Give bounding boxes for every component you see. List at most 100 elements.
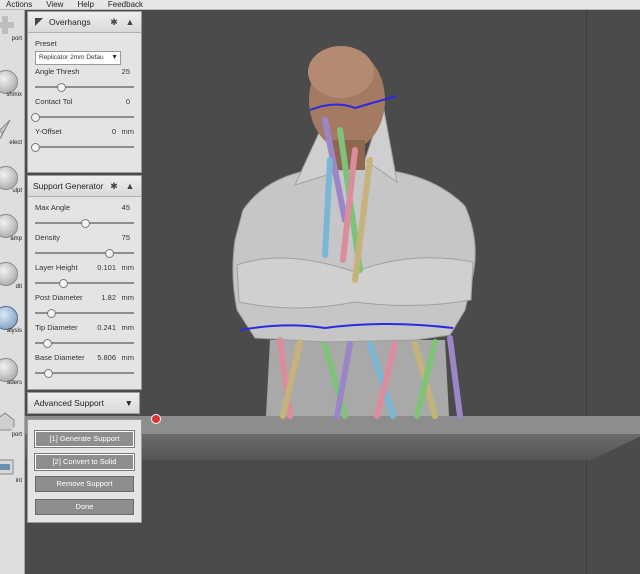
slider-knob[interactable] [56,83,66,92]
actions-panel: [1] Generate Support [2] Convert to Soli… [27,419,142,523]
param-unit: mm [121,323,135,332]
tool-analysis[interactable]: alysis [0,304,24,340]
tool-label: ulpt [12,188,22,194]
slider-track[interactable] [35,339,134,348]
tool-label: port [11,36,22,42]
tool-select[interactable]: elect [0,116,24,152]
tool-label: elect [9,140,22,146]
tool-label: alysis [6,328,22,334]
print-icon [0,459,14,475]
tool-label: amp [10,236,22,242]
generate-support-button[interactable]: [1] Generate Support [34,430,135,448]
param-value: 75 [121,233,130,242]
param-post-diameter: Post Diameter 1.82 mm [35,291,134,321]
tool-edit[interactable]: dit [0,260,24,296]
tool-sculpt[interactable]: ulpt [0,164,24,200]
menu-view[interactable]: View [46,0,63,9]
slider-track[interactable] [31,113,134,122]
tool-label: shmix [6,92,22,98]
slider-track[interactable] [35,309,134,318]
param-tip-diameter: Tip Diameter 0.241 mm [35,321,134,351]
panel-title: Overhangs [49,17,91,27]
collapse-icon[interactable]: ▲ [124,180,136,192]
param-label: Y-Offset [35,127,62,136]
tool-export[interactable]: port [0,408,24,444]
meshmix-icon [0,70,18,94]
param-label: Base Diameter [35,353,85,362]
param-value: 0.241 [97,323,116,332]
overhang-icon [35,18,43,26]
param-unit: mm [121,127,135,136]
origin-marker [151,414,161,424]
support-generator-panel: Support Generator ✱ ▲ Max Angle 45 Densi… [27,175,142,390]
tool-print[interactable]: int [0,454,24,490]
param-value: 0 [125,97,130,106]
param-layer-height: Layer Height 0.101 mm [35,261,134,291]
param-value: 0 [111,127,116,136]
slider-knob[interactable] [80,219,90,228]
slider-track[interactable] [35,279,134,288]
collapse-icon[interactable]: ▲ [124,16,136,28]
tool-label: dit [15,284,22,290]
slider-track[interactable] [35,249,134,258]
tool-label: int [15,478,22,484]
menu-help[interactable]: Help [77,0,93,9]
param-label: Density [35,233,61,242]
menu-actions[interactable]: Actions [6,0,32,9]
overhangs-panel: Overhangs ✱ ▲ Preset Replicator 2mm Defa… [27,11,142,173]
param-density: Density 75 [35,231,134,261]
param-label: Max Angle [35,203,71,212]
param-unit: mm [121,353,135,362]
support-generator-header[interactable]: Support Generator ✱ ▲ [28,176,141,197]
slider-knob[interactable] [31,113,40,122]
preset-select[interactable]: Replicator 2mm Defau ▼ [35,51,121,65]
menu-feedback[interactable]: Feedback [108,0,143,9]
param-contact-tol: Contact Tol 0 [31,95,134,125]
select-icon [0,119,11,140]
slider-knob[interactable] [31,143,40,152]
tool-import[interactable]: port [0,12,24,48]
param-label: Angle Thresh [35,67,80,76]
param-unit: mm [121,293,135,302]
gear-icon[interactable]: ✱ [108,16,120,28]
slider-knob[interactable] [46,309,56,318]
dropdown-arrow-icon: ▼ [111,54,118,61]
remove-support-button[interactable]: Remove Support [35,476,134,492]
param-base-diameter: Base Diameter 5.806 mm [35,351,134,381]
plus-icon [0,16,14,34]
param-label: Contact Tol [35,97,73,106]
tool-meshmix[interactable]: shmix [0,68,24,104]
slider-knob[interactable] [105,249,115,258]
preset-value: Replicator 2mm Defau [39,54,104,61]
shaders-icon [0,358,18,382]
slider-track[interactable] [35,369,134,378]
convert-to-solid-button[interactable]: [2] Convert to Solid [34,453,135,471]
slider-track[interactable] [35,83,134,92]
slider-knob[interactable] [58,279,68,288]
param-label: Tip Diameter [35,323,78,332]
param-value: 0.101 [97,263,116,272]
tool-stamp[interactable]: amp [0,212,24,248]
param-unit: mm [121,263,135,272]
param-y-offset: Y-Offset 0 mm [31,125,135,155]
export-icon [0,412,15,431]
menu-bar: Actions View Help Feedback [0,0,640,10]
expand-icon: ▼ [124,398,133,408]
slider-knob[interactable] [42,339,52,348]
param-value: 1.82 [101,293,116,302]
slider-knob[interactable] [43,369,53,378]
param-label: Layer Height [35,263,78,272]
advanced-support-header[interactable]: Advanced Support ▼ [27,392,140,414]
gear-icon[interactable]: ✱ [108,180,120,192]
param-value: 25 [121,67,130,76]
tool-label: aders [6,380,22,386]
stamp-icon [0,214,18,238]
edit-icon [0,262,18,286]
preset-label: Preset [35,39,57,48]
overhangs-header[interactable]: Overhangs ✱ ▲ [28,12,141,33]
tool-shaders[interactable]: aders [0,356,24,392]
param-label: Post Diameter [35,293,83,302]
done-button[interactable]: Done [35,499,134,515]
slider-track[interactable] [31,143,134,152]
slider-track[interactable] [35,219,134,228]
